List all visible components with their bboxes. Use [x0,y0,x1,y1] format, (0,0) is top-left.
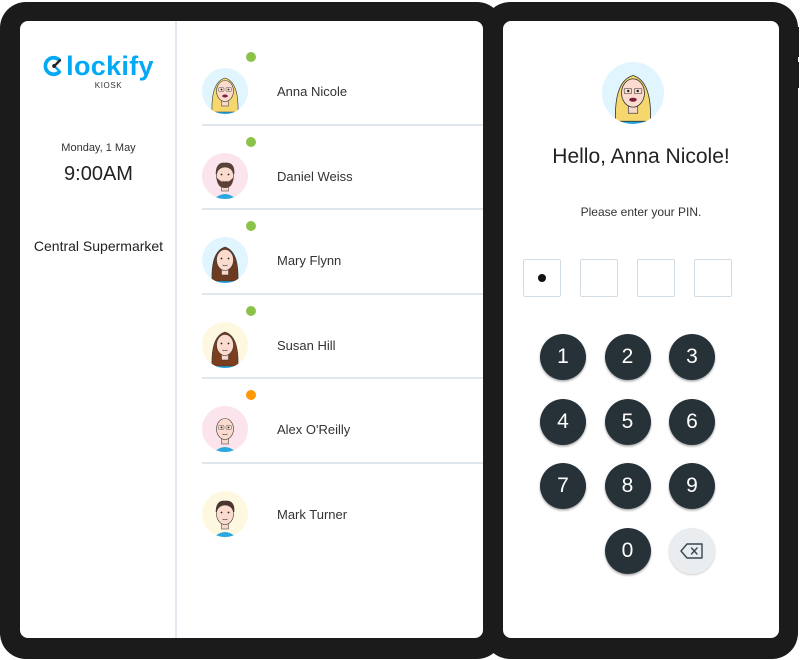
status-indicator [246,305,256,316]
employee-name: Susan Hill [277,337,336,353]
clockify-logo: lockify KIOSK [20,51,177,90]
backspace-icon [680,542,703,559]
keypad-key-8[interactable]: 8 [604,463,651,509]
keypad-key-4[interactable]: 4 [540,398,586,445]
pin-digit-box [523,259,561,297]
employee-name: Alex O'Reilly [277,422,351,437]
pin-digit-box [580,259,618,297]
keypad-key-5[interactable]: 5 [604,398,651,445]
pin-digit-box [694,259,732,297]
keypad-key-6[interactable]: 6 [669,398,715,445]
employee-list-item[interactable]: Mary Flynn [202,210,483,295]
kiosk-screen: lockify KIOSK Monday, 1 May 9:00AM Centr… [20,21,483,638]
employee-list-item[interactable]: Anna Nicole [202,41,483,126]
hardware-button [796,62,799,88]
pin-dot [538,274,546,282]
employee-list-item[interactable]: Alex O'Reilly [202,379,483,464]
hardware-button [796,27,799,57]
pin-input[interactable] [523,259,732,297]
employee-list-item[interactable]: Mark Turner [202,464,483,549]
employee-name: Mary Flynn [277,253,342,268]
keypad-key-3[interactable]: 3 [669,334,715,380]
current-time: 9:00AM [64,163,133,185]
status-indicator [246,221,256,231]
logo-text: lockify [66,51,154,81]
status-indicator [246,52,256,62]
employee-list: Anna Nicole Daniel Weiss Mary Flynn Susan H… [202,41,483,548]
avatar [202,237,248,283]
avatar [602,62,664,124]
clockify-logo-icon [43,56,62,76]
avatar [202,152,248,199]
backspace-button[interactable] [669,527,715,574]
keypad-key-9[interactable]: 9 [669,463,715,509]
status-indicator [246,390,256,400]
pin-prompt: Please enter your PIN. [580,205,702,219]
sidebar: lockify KIOSK Monday, 1 May 9:00AM Centr… [20,21,177,638]
employee-name: Anna Nicole [277,84,348,99]
keypad-key-0[interactable]: 0 [604,527,651,574]
current-date: Monday, 1 May [61,142,136,154]
keypad-key-2[interactable]: 2 [604,334,651,380]
pin-digit-box [637,259,675,297]
avatar [202,490,248,537]
location-name: Central Supermarket [33,238,164,254]
status-indicator [246,136,256,147]
employee-name: Daniel Weiss [277,168,353,184]
avatar [202,321,248,368]
employee-list-item[interactable]: Susan Hill [202,295,483,379]
employee-name: Mark Turner [277,506,348,522]
keypad-key-7[interactable]: 7 [540,463,586,509]
pin-screen: Hello, Anna Nicole! Please enter your PI… [503,21,779,638]
avatar [202,68,248,114]
logo-subtitle: KIOSK [94,81,123,90]
employee-list-item[interactable]: Daniel Weiss [202,126,483,210]
avatar [202,406,248,452]
keypad-key-1[interactable]: 1 [540,334,586,380]
greeting-title: Hello, Anna Nicole! [552,145,730,168]
